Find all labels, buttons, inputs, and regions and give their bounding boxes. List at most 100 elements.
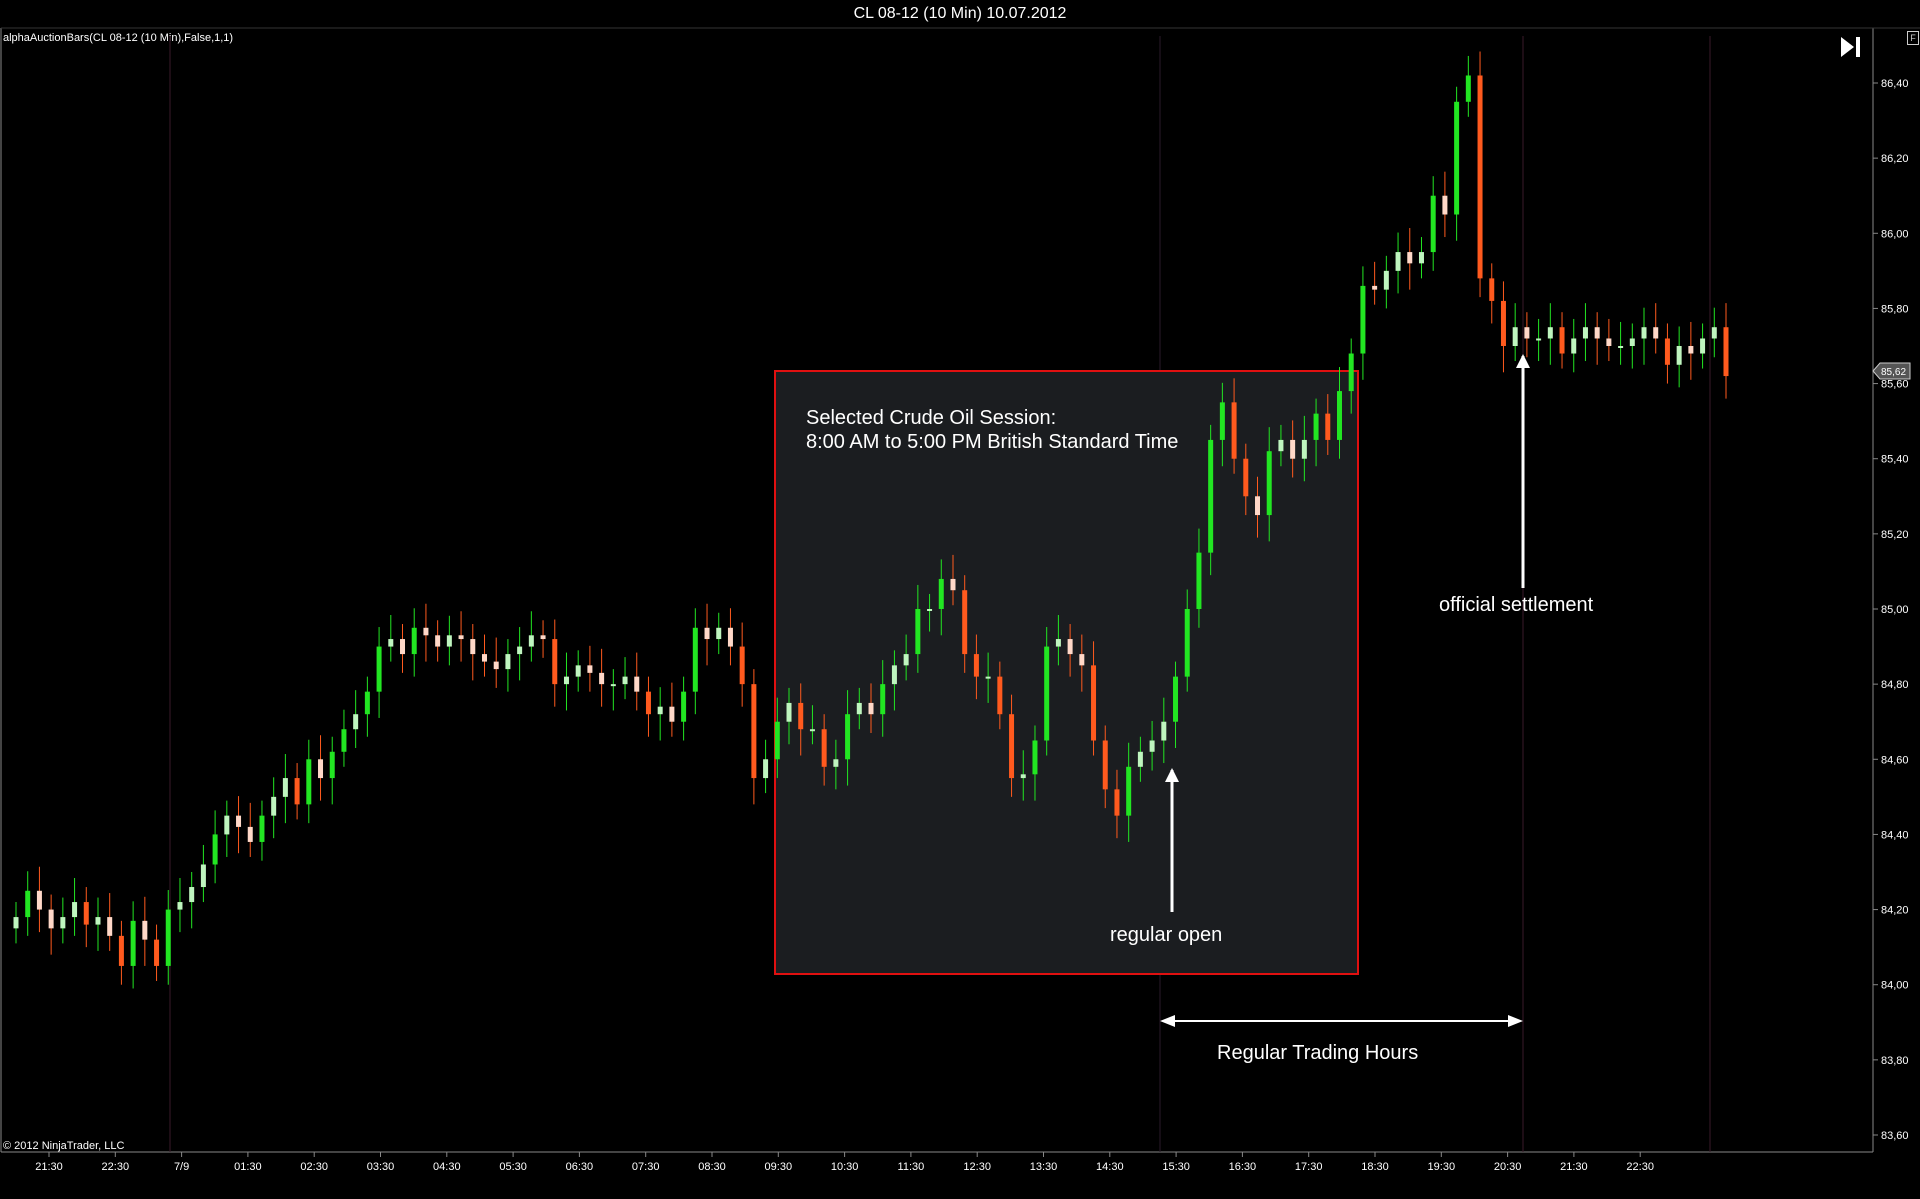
candle-down bbox=[1723, 327, 1729, 377]
candle-up bbox=[716, 627, 722, 640]
candle-down bbox=[1664, 338, 1670, 365]
candle-down bbox=[1009, 714, 1015, 779]
candle-up bbox=[95, 917, 101, 925]
candle-down bbox=[1489, 278, 1495, 301]
candle-up bbox=[1032, 740, 1038, 775]
candle-down bbox=[1606, 338, 1612, 346]
candle-up bbox=[1278, 439, 1284, 452]
settlement-arrowhead bbox=[1516, 354, 1530, 368]
y-tick-label: 84,40 bbox=[1881, 829, 1909, 841]
candle-up bbox=[845, 714, 851, 760]
candle-down bbox=[423, 627, 429, 636]
candle-down bbox=[962, 590, 968, 655]
candle-up bbox=[657, 706, 663, 715]
candle-up bbox=[224, 815, 230, 835]
candle-up bbox=[833, 759, 839, 767]
candle-down bbox=[493, 661, 499, 670]
candle-up bbox=[903, 654, 909, 666]
candle-up bbox=[1641, 327, 1647, 339]
candle-up bbox=[681, 691, 687, 722]
candle-down bbox=[1102, 740, 1108, 790]
candle-up bbox=[1536, 338, 1542, 341]
candle-up bbox=[1126, 766, 1132, 816]
x-tick-label: 16:30 bbox=[1229, 1161, 1257, 1173]
candle-up bbox=[517, 646, 523, 655]
candle-up bbox=[563, 676, 569, 685]
candle-up bbox=[1395, 252, 1401, 271]
candle-down bbox=[236, 815, 242, 827]
candle-up bbox=[1547, 327, 1553, 339]
candle-up bbox=[259, 815, 265, 842]
candle-up bbox=[341, 729, 347, 752]
y-tick-label: 85,00 bbox=[1881, 604, 1909, 616]
candle-up bbox=[1313, 413, 1319, 440]
candle-up bbox=[60, 917, 66, 929]
candle-down bbox=[1079, 654, 1085, 666]
candle-up bbox=[1700, 338, 1706, 354]
candle-up bbox=[1711, 327, 1717, 339]
candle-down bbox=[458, 635, 464, 640]
candle-up bbox=[364, 691, 370, 715]
candle-down bbox=[727, 627, 733, 647]
candle-up bbox=[212, 834, 218, 865]
candle-down bbox=[868, 702, 874, 715]
candle-up bbox=[411, 627, 417, 655]
y-tick-label: 85,60 bbox=[1881, 379, 1909, 391]
candle-up bbox=[575, 665, 581, 677]
x-tick-label: 09:30 bbox=[765, 1161, 793, 1173]
candle-down bbox=[540, 635, 546, 640]
candle-down bbox=[599, 672, 605, 685]
candle-down bbox=[950, 578, 956, 591]
candle-up bbox=[505, 654, 511, 670]
candle-up bbox=[1020, 774, 1026, 779]
candle-up bbox=[891, 665, 897, 685]
y-tick-label: 84,20 bbox=[1881, 905, 1909, 917]
x-tick-label: 06:30 bbox=[566, 1161, 594, 1173]
candle-up bbox=[1454, 101, 1460, 215]
candle-up bbox=[692, 627, 698, 692]
candle-down bbox=[294, 778, 300, 805]
candle-up bbox=[938, 578, 944, 609]
candle-down bbox=[435, 635, 441, 647]
session-box-title: Selected Crude Oil Session: bbox=[806, 407, 1056, 429]
x-tick-label: 21:30 bbox=[1560, 1161, 1588, 1173]
candle-up bbox=[177, 902, 183, 910]
x-tick-label: 22:30 bbox=[102, 1161, 130, 1173]
candle-down bbox=[1067, 639, 1073, 655]
rth-arrow-right bbox=[1508, 1015, 1523, 1027]
candle-down bbox=[48, 909, 54, 929]
candle-up bbox=[927, 609, 933, 611]
candle-down bbox=[1255, 496, 1261, 516]
candle-down bbox=[1407, 252, 1413, 264]
y-tick-label: 84,80 bbox=[1881, 679, 1909, 691]
candle-up bbox=[376, 646, 382, 692]
candle-down bbox=[1559, 327, 1565, 354]
x-tick-label: 14:30 bbox=[1096, 1161, 1124, 1173]
y-tick-label: 85,80 bbox=[1881, 303, 1909, 315]
candle-down bbox=[83, 902, 89, 925]
candle-up bbox=[13, 917, 19, 929]
candle-down bbox=[1500, 300, 1506, 346]
candle-up bbox=[1571, 338, 1577, 354]
x-tick-label: 02:30 bbox=[300, 1161, 328, 1173]
candle-down bbox=[1688, 346, 1694, 354]
candle-up bbox=[200, 864, 206, 888]
candle-up bbox=[786, 702, 792, 722]
candle-up bbox=[1208, 439, 1214, 553]
candle-down bbox=[154, 939, 160, 966]
session-box-hours: 8:00 AM to 5:00 PM British Standard Time bbox=[806, 431, 1178, 453]
x-tick-label: 01:30 bbox=[234, 1161, 262, 1173]
x-tick-label: 07:30 bbox=[632, 1161, 660, 1173]
candle-down bbox=[1372, 285, 1378, 290]
candle-up bbox=[809, 729, 815, 732]
x-tick-label: 05:30 bbox=[499, 1161, 527, 1173]
x-tick-label: 19:30 bbox=[1428, 1161, 1456, 1173]
candle-up bbox=[1582, 327, 1588, 339]
candle-down bbox=[1442, 195, 1448, 215]
candle-down bbox=[634, 676, 640, 692]
candle-down bbox=[552, 639, 558, 685]
x-tick-label: 15:30 bbox=[1162, 1161, 1190, 1173]
candle-down bbox=[107, 917, 113, 936]
candle-up bbox=[165, 909, 171, 966]
candle-down bbox=[1091, 665, 1097, 741]
